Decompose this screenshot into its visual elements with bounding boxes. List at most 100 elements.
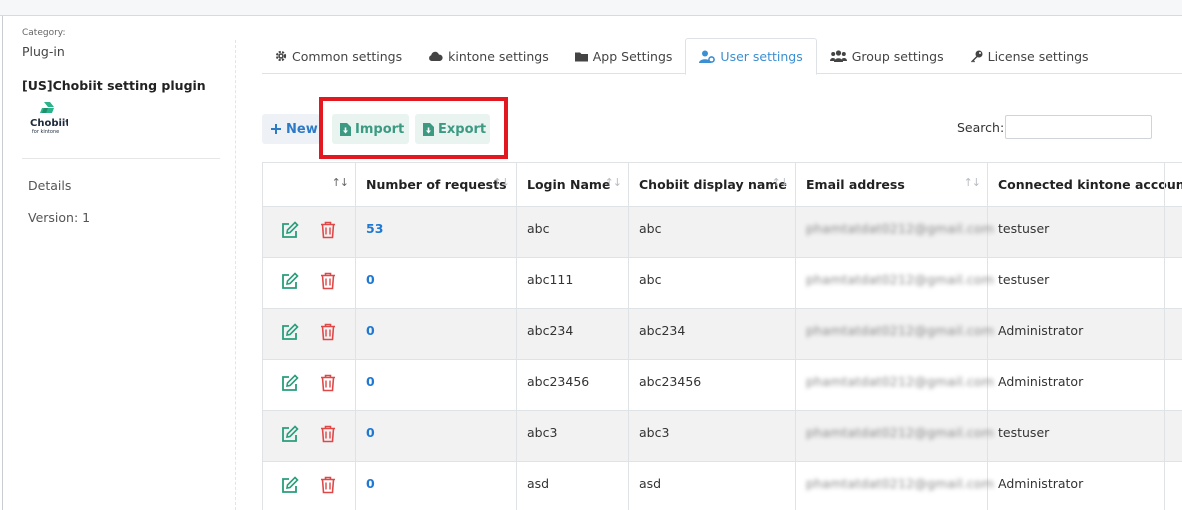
tab-app-settings[interactable]: App Settings xyxy=(562,38,686,74)
sidebar-separator xyxy=(235,40,236,510)
login-name-cell: asd xyxy=(516,461,629,510)
tab-label: Group settings xyxy=(851,48,944,64)
requests-link[interactable]: 0 xyxy=(366,323,375,338)
email-cell: phamtatdat0212@gmail.com xyxy=(795,461,994,510)
column-header-kintone-account[interactable]: Connected kintone account xyxy=(987,162,1182,207)
row-actions xyxy=(262,359,356,411)
trash-icon[interactable] xyxy=(320,476,338,494)
row-actions xyxy=(262,257,356,309)
category-label: Category: xyxy=(22,28,66,38)
key-icon xyxy=(970,50,983,63)
gear-icon xyxy=(275,50,287,62)
email-cell: phamtatdat0212@gmail.com xyxy=(795,308,994,360)
table-row: 0 abc234 abc234 phamtatdat0212@gmail.com… xyxy=(262,308,1182,360)
users-icon xyxy=(829,50,847,62)
sort-icon: ↑↓ xyxy=(331,176,349,189)
edit-icon[interactable] xyxy=(281,272,299,290)
cloud-icon xyxy=(428,51,443,62)
new-button-label: New xyxy=(286,121,318,137)
details-link[interactable]: Details xyxy=(28,178,71,193)
tab-license-settings[interactable]: License settings xyxy=(957,38,1102,74)
requests-link[interactable]: 0 xyxy=(366,374,375,389)
row-actions xyxy=(262,206,356,258)
login-name-cell: abc3 xyxy=(516,410,629,462)
requests-cell: 0 xyxy=(355,257,517,309)
sort-icon: ↑↓ xyxy=(492,176,510,189)
users-table-container: ↑↓ Number of requests ↑↓ Login Name ↑↓ Cho… xyxy=(262,162,1182,510)
email-cell: phamtatdat0212@gmail.com xyxy=(795,359,994,411)
column-header-email[interactable]: Email address ↑↓ xyxy=(795,162,988,207)
column-header-requests[interactable]: Number of requests ↑↓ xyxy=(355,162,517,207)
requests-cell: 53 xyxy=(355,206,517,258)
kintone-account-cell: testuser xyxy=(987,410,1182,462)
kintone-account-cell: testuser xyxy=(987,206,1182,258)
requests-link[interactable]: 53 xyxy=(366,221,383,236)
search-input[interactable] xyxy=(1005,115,1152,139)
requests-cell: 0 xyxy=(355,359,517,411)
tab-user-settings[interactable]: User settings xyxy=(685,38,817,75)
requests-cell: 0 xyxy=(355,410,517,462)
chobiit-logo: Chobiit for kintone xyxy=(28,100,70,136)
email-cell: phamtatdat0212@gmail.com xyxy=(795,257,994,309)
tab-label: User settings xyxy=(720,49,803,64)
email-cell: phamtatdat0212@gmail.com xyxy=(795,206,994,258)
requests-link[interactable]: 0 xyxy=(366,425,375,440)
display-name-cell: abc xyxy=(628,257,796,309)
requests-link[interactable]: 0 xyxy=(366,272,375,287)
row-actions xyxy=(262,461,356,510)
version-text: Version: 1 xyxy=(28,210,91,225)
category-value: Plug-in xyxy=(22,44,65,59)
login-name-cell: abc xyxy=(516,206,629,258)
edit-icon[interactable] xyxy=(281,323,299,341)
login-name-cell: abc111 xyxy=(516,257,629,309)
users-table: ↑↓ Number of requests ↑↓ Login Name ↑↓ Cho… xyxy=(262,162,1182,510)
table-row: 0 abc111 abc phamtatdat0212@gmail.com te… xyxy=(262,257,1182,309)
new-button[interactable]: New xyxy=(262,114,320,144)
tab-common-settings[interactable]: Common settings xyxy=(262,38,415,74)
folder-icon xyxy=(574,51,588,62)
tab-label: Common settings xyxy=(292,48,403,64)
requests-cell: 0 xyxy=(355,461,517,510)
user-gear-icon xyxy=(699,50,716,63)
trash-icon[interactable] xyxy=(320,221,338,239)
email-cell: phamtatdat0212@gmail.com xyxy=(795,410,994,462)
column-header-actions[interactable]: ↑↓ xyxy=(262,162,356,207)
display-name-cell: asd xyxy=(628,461,796,510)
svg-text:for kintone: for kintone xyxy=(32,129,59,135)
edit-icon[interactable] xyxy=(281,476,299,494)
table-scroll-edge xyxy=(1164,162,1165,510)
browser-top-strip xyxy=(0,0,1182,16)
trash-icon[interactable] xyxy=(320,323,338,341)
requests-link[interactable]: 0 xyxy=(366,476,375,491)
kintone-account-cell: Administrator xyxy=(987,359,1182,411)
login-name-cell: abc23456 xyxy=(516,359,629,411)
import-export-highlight xyxy=(319,97,508,159)
sort-icon: ↑↓ xyxy=(963,176,981,189)
display-name-cell: abc23456 xyxy=(628,359,796,411)
row-actions xyxy=(262,308,356,360)
row-actions xyxy=(262,410,356,462)
column-header-login-name[interactable]: Login Name ↑↓ xyxy=(516,162,629,207)
table-row: 53 abc abc phamtatdat0212@gmail.com test… xyxy=(262,206,1182,258)
table-row: 0 asd asd phamtatdat0212@gmail.com Admin… xyxy=(262,461,1182,510)
kintone-account-cell: Administrator xyxy=(987,461,1182,510)
display-name-cell: abc3 xyxy=(628,410,796,462)
svg-text:Chobiit: Chobiit xyxy=(30,118,68,129)
requests-cell: 0 xyxy=(355,308,517,360)
tab-group-settings[interactable]: Group settings xyxy=(817,38,957,74)
edit-icon[interactable] xyxy=(281,425,299,443)
edit-icon[interactable] xyxy=(281,221,299,239)
edit-icon[interactable] xyxy=(281,374,299,392)
table-row: 0 abc23456 abc23456 phamtatdat0212@gmail… xyxy=(262,359,1182,411)
display-name-cell: abc xyxy=(628,206,796,258)
trash-icon[interactable] xyxy=(320,272,338,290)
trash-icon[interactable] xyxy=(320,374,338,392)
kintone-account-cell: testuser xyxy=(987,257,1182,309)
plus-icon xyxy=(270,123,282,135)
trash-icon[interactable] xyxy=(320,425,338,443)
login-name-cell: abc234 xyxy=(516,308,629,360)
display-name-cell: abc234 xyxy=(628,308,796,360)
sort-icon: ↑↓ xyxy=(771,176,789,189)
column-header-display-name[interactable]: Chobiit display name ↑↓ xyxy=(628,162,796,207)
tab-kintone-settings[interactable]: kintone settings xyxy=(415,38,562,74)
